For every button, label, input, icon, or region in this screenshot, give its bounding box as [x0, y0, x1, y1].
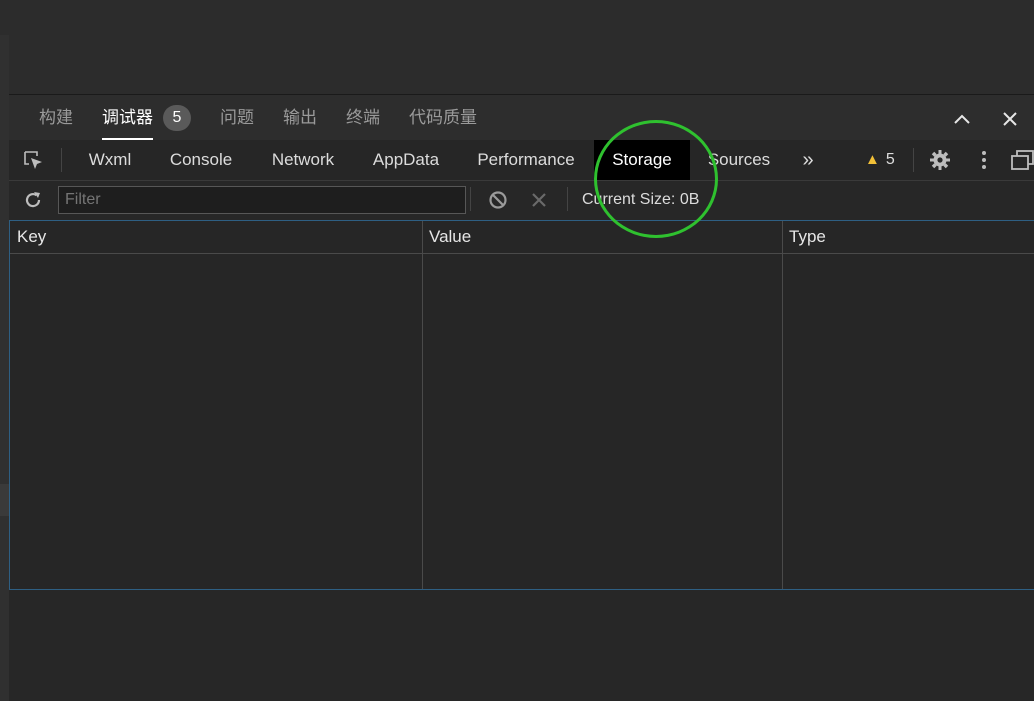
panel-tab-debugger[interactable]: 调试器: [102, 107, 153, 140]
tab-storage[interactable]: Storage: [594, 140, 690, 180]
tab-appdata[interactable]: AppData: [362, 140, 450, 180]
panel-tab-output[interactable]: 输出: [283, 107, 317, 139]
toolbar-divider: [913, 148, 914, 172]
column-divider[interactable]: [422, 221, 423, 589]
column-divider[interactable]: [782, 221, 783, 589]
bottom-panel: 构建 调试器 5 问题 输出 终端 代码质量 Wxml Console Netw…: [9, 94, 1034, 701]
warnings-indicator[interactable]: ▲ 5: [865, 140, 895, 180]
scroll-marker[interactable]: [0, 484, 9, 516]
warnings-count: 5: [885, 151, 895, 168]
more-vertical-icon[interactable]: [979, 149, 989, 171]
table-header: Key Value Type: [10, 221, 1034, 254]
dock-icon[interactable]: [1011, 149, 1034, 171]
panel-tab-build[interactable]: 构建: [39, 107, 73, 139]
toolbar-divider: [61, 148, 62, 172]
editor-area: [0, 0, 1034, 94]
clear-all-icon[interactable]: [488, 190, 508, 210]
storage-table: Key Value Type: [9, 220, 1034, 590]
tab-console[interactable]: Console: [157, 140, 245, 180]
column-header-type[interactable]: Type: [782, 221, 826, 253]
panel-tab-problems[interactable]: 问题: [220, 107, 254, 139]
toolbar-divider: [470, 187, 471, 211]
filter-input[interactable]: [58, 186, 466, 214]
inspect-element-icon[interactable]: [23, 150, 45, 172]
tab-performance[interactable]: Performance: [465, 140, 587, 180]
warning-icon: ▲: [865, 151, 880, 168]
close-icon[interactable]: [1000, 109, 1020, 129]
column-header-value[interactable]: Value: [422, 221, 471, 253]
tab-wxml[interactable]: Wxml: [77, 140, 143, 180]
debugger-count-badge: 5: [163, 105, 191, 131]
column-header-key[interactable]: Key: [10, 221, 46, 253]
activity-bar: [0, 35, 9, 701]
settings-gear-icon[interactable]: [929, 149, 951, 171]
panel-tab-terminal[interactable]: 终端: [346, 107, 380, 139]
storage-toolbar: Current Size: 0B: [9, 181, 1034, 219]
app-window: 构建 调试器 5 问题 输出 终端 代码质量 Wxml Console Netw…: [0, 0, 1034, 701]
current-size-label: Current Size: 0B: [582, 191, 700, 208]
devtools-tab-bar: Wxml Console Network AppData Performance…: [9, 140, 1034, 181]
toolbar-divider: [567, 187, 568, 211]
panel-tab-code-quality[interactable]: 代码质量: [409, 107, 477, 139]
tab-sources[interactable]: Sources: [699, 140, 779, 180]
chevron-up-icon[interactable]: [952, 109, 972, 129]
more-tabs-icon[interactable]: »: [795, 140, 821, 180]
panel-tab-bar: 构建 调试器 5 问题 输出 终端 代码质量: [9, 95, 1034, 140]
refresh-icon[interactable]: [23, 190, 43, 210]
delete-selected-icon[interactable]: [530, 191, 548, 209]
tab-network[interactable]: Network: [259, 140, 347, 180]
